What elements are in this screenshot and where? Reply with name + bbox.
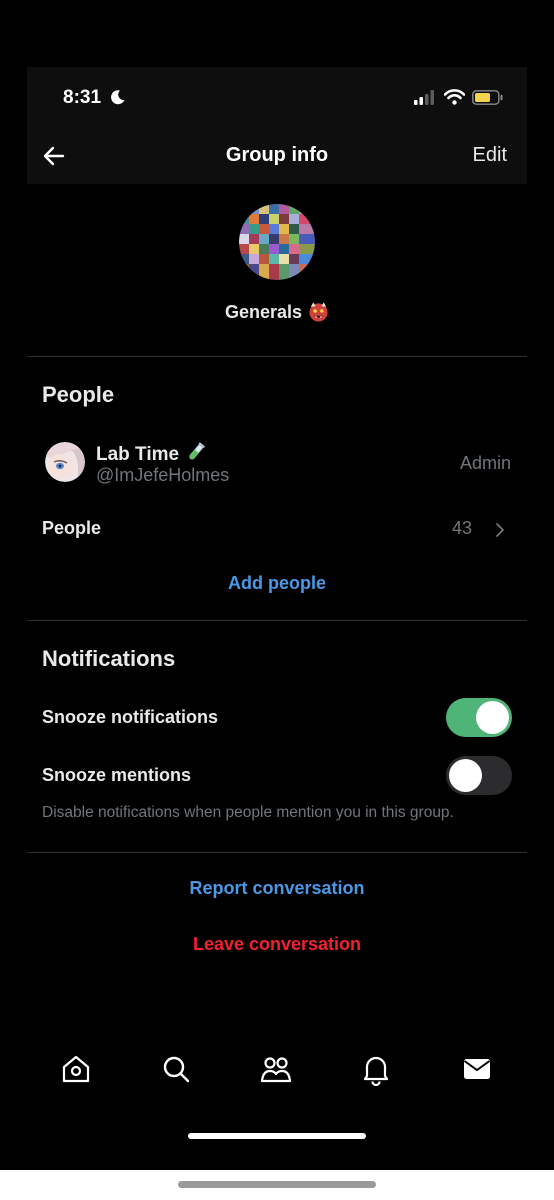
member-role-badge: Admin bbox=[459, 453, 511, 473]
toggle-knob bbox=[449, 759, 482, 792]
search-icon[interactable] bbox=[159, 1052, 193, 1086]
nav-header: Group info Edit bbox=[27, 127, 527, 184]
toggle-knob bbox=[476, 701, 509, 734]
outer-home-indicator bbox=[178, 1181, 376, 1188]
member-handle: @ImJefeHolmes bbox=[96, 465, 230, 485]
report-conversation-button[interactable]: Report conversation bbox=[27, 878, 527, 899]
snooze-mentions-toggle[interactable] bbox=[446, 756, 512, 795]
leave-conversation-button[interactable]: Leave conversation bbox=[27, 934, 527, 955]
people-count: 43 bbox=[451, 518, 472, 538]
bottom-tab-bar bbox=[27, 1052, 527, 1102]
group-avatar[interactable] bbox=[239, 204, 315, 280]
test-tube-icon bbox=[189, 442, 205, 460]
moon-icon bbox=[111, 90, 125, 105]
snooze-notifications-label: Snooze notifications bbox=[42, 707, 219, 727]
people-section-title: People bbox=[42, 382, 115, 407]
snooze-mentions-label: Snooze mentions bbox=[42, 765, 192, 785]
chevron-right-icon[interactable] bbox=[495, 522, 505, 538]
page-title: Group info bbox=[225, 144, 329, 166]
snooze-mentions-help-text: Disable notifications when people mentio… bbox=[42, 804, 454, 821]
wifi-icon bbox=[444, 89, 465, 105]
ogre-emoji-icon bbox=[309, 302, 328, 322]
member-name: Lab Time bbox=[96, 441, 207, 466]
edit-button[interactable]: Edit bbox=[473, 144, 507, 167]
notifications-section-title: Notifications bbox=[42, 646, 176, 671]
section-divider bbox=[27, 356, 527, 357]
member-name-text: Lab Time bbox=[96, 444, 180, 465]
group-name-text: Generals bbox=[224, 302, 303, 322]
home-icon[interactable] bbox=[59, 1052, 93, 1086]
section-divider bbox=[27, 620, 527, 621]
people-row-label[interactable]: People bbox=[42, 518, 101, 539]
outer-bottom-strip bbox=[0, 1170, 554, 1200]
communities-icon[interactable] bbox=[259, 1052, 293, 1086]
messages-envelope-icon[interactable] bbox=[460, 1052, 494, 1086]
snooze-notifications-toggle[interactable] bbox=[446, 698, 512, 737]
cellular-signal-icon bbox=[414, 90, 434, 105]
group-name: Generals bbox=[27, 301, 527, 323]
add-people-button[interactable]: Add people bbox=[27, 573, 527, 594]
group-info-screen: 8:31 Group info Edit Generals People Lab… bbox=[27, 67, 527, 1170]
notifications-bell-icon[interactable] bbox=[359, 1052, 393, 1086]
status-bar: 8:31 bbox=[27, 67, 527, 127]
member-avatar[interactable] bbox=[45, 442, 85, 482]
battery-icon bbox=[472, 90, 503, 105]
status-time: 8:31 bbox=[63, 87, 102, 108]
home-indicator bbox=[188, 1133, 366, 1139]
section-divider bbox=[27, 852, 527, 853]
